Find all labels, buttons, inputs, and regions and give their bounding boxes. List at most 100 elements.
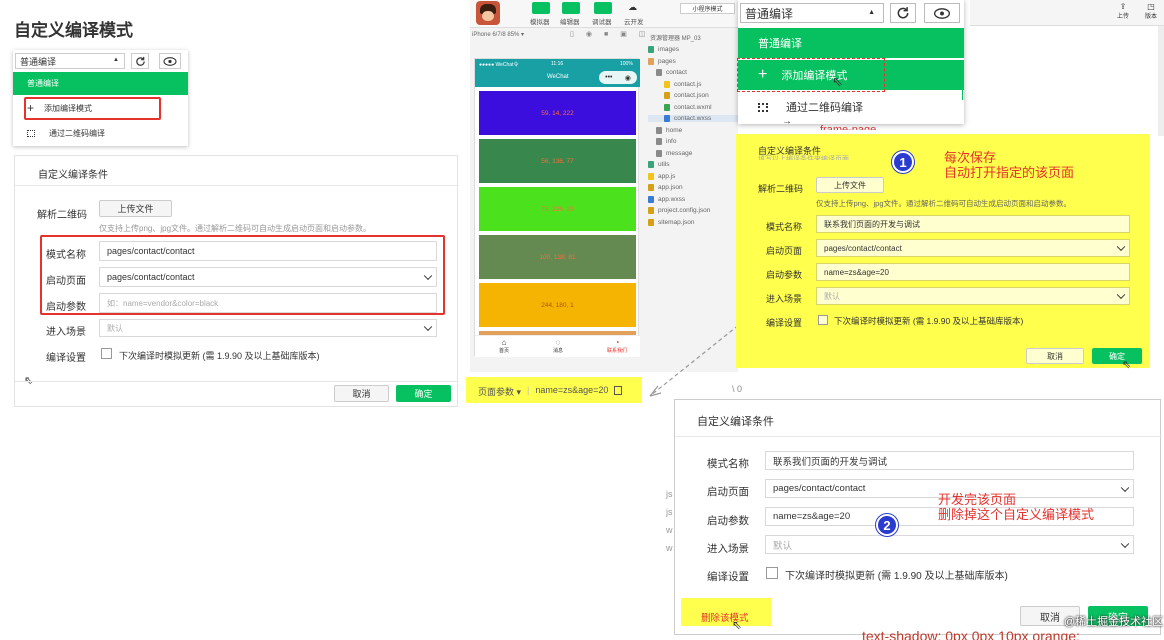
copy-icon[interactable]: [614, 386, 623, 395]
color-block-partial: [479, 331, 636, 335]
close-circle-icon: ◉: [624, 74, 631, 82]
device-selector[interactable]: iPhone 6/7/8 85% ▾: [472, 31, 524, 38]
color-block-label: 100, 138, 81: [539, 253, 576, 261]
capsule-button[interactable]: ••• ◉: [599, 71, 637, 84]
compile-mode-select[interactable]: 普通编译 ▲: [15, 53, 125, 69]
file-tree-item[interactable]: app.json: [648, 184, 683, 191]
tab-home-label: 首页: [498, 348, 509, 354]
page-param-separator: |: [527, 385, 530, 395]
dialog-footer-divider: [15, 381, 459, 382]
file-tree-item[interactable]: images: [648, 46, 679, 53]
menu-item-qrcode-2[interactable]: 通过二维码编译: [738, 93, 964, 121]
page-param-bar[interactable]: 页面参数 ▾ | name=zs&age=20: [478, 385, 623, 398]
page-title: 自定义编译模式: [14, 21, 133, 40]
confirm-button[interactable]: 确定: [396, 385, 451, 402]
file-tree-item[interactable]: contact.wxss: [648, 115, 738, 122]
file-tree-item[interactable]: contact: [648, 69, 687, 76]
cancel-button[interactable]: 取消: [334, 385, 389, 402]
file-tree-label: info: [666, 138, 677, 145]
start-page-label-2: 启动页面: [766, 246, 803, 256]
file-tree-item[interactable]: contact.js: [648, 80, 701, 88]
simulate-update-checkbox[interactable]: [101, 348, 112, 359]
bracket-glyph: [962, 88, 968, 100]
color-block: 244, 180, 1: [479, 283, 636, 327]
editor-tool-icon[interactable]: [562, 2, 580, 14]
compile-mode-select-2[interactable]: 普通编译 ▲: [740, 3, 884, 23]
file-tree-item[interactable]: app.wxss: [648, 195, 685, 203]
tab-contact[interactable]: ◔ 联系我们: [599, 338, 635, 354]
upload-button[interactable]: 上传文件: [99, 200, 172, 217]
file-icon: [648, 172, 654, 180]
message-icon: ◌: [555, 338, 561, 347]
tab-bar: ⌂ 首页 ◌ 消息 ◔ 联系我们: [475, 335, 640, 357]
color-block-label: 56, 136, 77: [541, 157, 574, 165]
file-tree-label: contact.wxss: [674, 115, 712, 122]
file-tree: images pages contact contact.js contact.json…: [648, 46, 738, 236]
toolbar-simulator-label: 模拟器: [530, 19, 550, 26]
note-1-line-2: 自动打开指定的该页面: [944, 165, 1075, 180]
file-tree-item[interactable]: sitemap.json: [648, 218, 695, 226]
file-tree-label: app.json: [658, 184, 683, 191]
file-tree-item[interactable]: info: [648, 138, 676, 145]
file-tree-item[interactable]: contact.wxml: [648, 103, 712, 111]
triangle-up-icon: ▲: [113, 57, 119, 63]
simulate-update-checkbox-3[interactable]: [766, 567, 778, 579]
refresh-icon[interactable]: [131, 53, 149, 69]
eye-icon[interactable]: [924, 3, 960, 23]
tab-contact-label: 联系我们: [606, 348, 627, 354]
page-param-value: name=zs&age=20: [535, 385, 609, 395]
file-tree-item[interactable]: home: [648, 126, 683, 134]
file-icon: [648, 195, 654, 203]
file-tree-label: pages: [658, 57, 676, 65]
dialog-sub-2: 填写以上编译条件来编译页面: [758, 156, 849, 160]
file-tree-item[interactable]: app.js: [648, 172, 675, 180]
start-page-select-2[interactable]: pages/contact/contact: [816, 239, 1130, 257]
file-tree-item[interactable]: message: [648, 149, 693, 157]
version-toolbar-button[interactable]: ◳ 版本: [1140, 2, 1162, 20]
qr-label: 解析二维码: [37, 210, 87, 221]
file-tree-label: project.config.json: [658, 207, 711, 214]
file-tree-item[interactable]: utils: [648, 161, 670, 168]
tab-home[interactable]: ⌂ 首页: [489, 338, 519, 354]
tab-message[interactable]: ◌ 消息: [543, 338, 573, 354]
scene-select[interactable]: 默认: [99, 319, 437, 337]
simulate-update-label-2: 下次编译时模拟更新 (需 1.9.90 及以上基础库版本): [834, 316, 1024, 326]
upload-toolbar-button[interactable]: ⇪ 上传: [1115, 2, 1131, 20]
menu-item-normal-2[interactable]: 普通编译: [738, 28, 964, 58]
toolbar-cloud-label: 云开发: [624, 19, 644, 26]
phone-time: 11:16: [551, 61, 564, 67]
refresh-icon[interactable]: [890, 3, 916, 23]
qr-hint-2: 仅支持上传png、jpg文件。通过解析二维码可自动生成启动页面和启动参数。: [816, 199, 1072, 208]
scene-select-3[interactable]: 默认: [765, 535, 1134, 554]
file-tree-label: message: [666, 149, 693, 157]
note-2: 开发完该页面 删除掉这个自定义编译模式: [938, 492, 1094, 522]
cloud-icon[interactable]: ☁: [628, 2, 637, 13]
debugger-tool-icon[interactable]: [594, 2, 612, 14]
menu-item-qrcode[interactable]: 通过二维码编译: [13, 122, 188, 144]
menu-item-normal[interactable]: 普通编译: [13, 72, 188, 95]
step-1-badge: 1: [892, 151, 914, 173]
upload-button-2[interactable]: 上传文件: [816, 177, 884, 193]
simulate-update-label: 下次编译时模拟更新 (需 1.9.90 及以上基础库版本): [119, 351, 320, 361]
cancel-button-2[interactable]: 取消: [1026, 348, 1084, 364]
mode-name-input-3[interactable]: 联系我们页面的开发与调试: [765, 451, 1134, 470]
file-tree-item[interactable]: contact.json: [648, 92, 709, 99]
start-param-input-2[interactable]: name=zs&age=20: [816, 263, 1130, 281]
simulate-update-checkbox-2[interactable]: [818, 315, 828, 325]
folder-icon: [656, 69, 662, 76]
note-1: 每次保存 自动打开指定的该页面: [944, 150, 1074, 180]
scene-select-2[interactable]: 默认: [816, 287, 1130, 305]
eye-icon[interactable]: [159, 53, 181, 69]
right-toolbar: ⇪ 上传 ◳ 版本: [970, 0, 1164, 26]
file-tree-label: home: [666, 126, 683, 134]
file-tree-item[interactable]: pages: [648, 57, 676, 65]
dialog-title-3: 自定义编译条件: [697, 416, 774, 428]
note-1-line-1: 每次保存: [944, 150, 997, 165]
file-tree-item[interactable]: project.config.json: [648, 207, 710, 214]
confirm-button-2[interactable]: 确定: [1092, 348, 1142, 364]
mode-name-input-2[interactable]: 联系我们页面的开发与调试: [816, 215, 1130, 233]
file-tree-label: sitemap.json: [658, 218, 695, 226]
mode-chip[interactable]: 小程序模式: [680, 3, 735, 14]
simulator-tool-icon[interactable]: [532, 2, 550, 14]
menu-item-qrcode-label: 通过二维码编译: [49, 128, 105, 138]
